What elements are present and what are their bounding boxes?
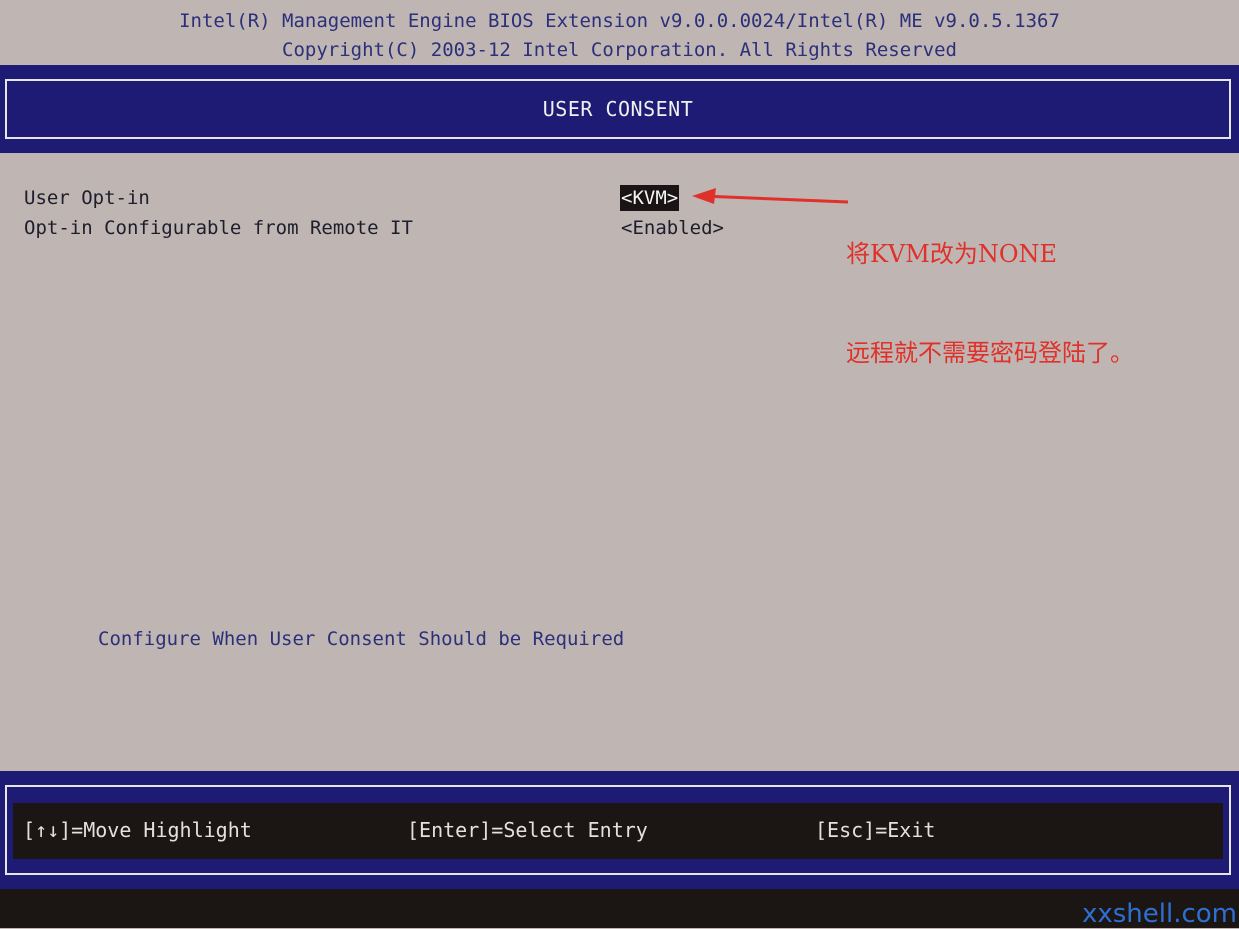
footer-move-highlight-hint: [↑↓]=Move Highlight <box>23 817 252 843</box>
setting-row-user-opt-in[interactable]: User Opt-in <KVM> <box>24 185 784 211</box>
annotation-arrow-icon <box>690 180 850 210</box>
footer-select-entry-hint: [Enter]=Select Entry <box>407 817 648 843</box>
setting-label-opt-in-remote-it: Opt-in Configurable from Remote IT <box>24 215 413 241</box>
watermark: xxshell.com <box>1082 899 1237 929</box>
footer-exit-hint: [Esc]=Exit <box>815 817 935 843</box>
annotation-note: 将KVM改为NONE 远程就不需要密码登陆了。 <box>846 172 1134 403</box>
annotation-line-1: 将KVM改为NONE <box>846 238 1134 271</box>
title-box: USER CONSENT <box>5 79 1231 139</box>
annotation-line-2: 远程就不需要密码登陆了。 <box>846 337 1134 370</box>
setting-value-user-opt-in[interactable]: <KVM> <box>620 185 679 211</box>
page-title: USER CONSENT <box>543 97 694 121</box>
setting-row-opt-in-remote-it[interactable]: Opt-in Configurable from Remote IT <Enab… <box>24 215 784 241</box>
header-copyright-line: Copyright(C) 2003-12 Intel Corporation. … <box>0 38 1239 62</box>
footer-box: [↑↓]=Move Highlight [Enter]=Select Entry… <box>5 785 1231 875</box>
bottom-strip <box>0 889 1239 928</box>
setting-label-user-opt-in: User Opt-in <box>24 185 150 211</box>
help-text: Configure When User Consent Should be Re… <box>98 626 624 652</box>
setting-value-opt-in-remote-it[interactable]: <Enabled> <box>620 215 725 241</box>
footer-band: [↑↓]=Move Highlight [Enter]=Select Entry… <box>0 771 1239 889</box>
header-version-line: Intel(R) Management Engine BIOS Extensio… <box>0 9 1239 33</box>
title-band: USER CONSENT <box>0 65 1239 153</box>
bios-header: Intel(R) Management Engine BIOS Extensio… <box>0 0 1239 64</box>
